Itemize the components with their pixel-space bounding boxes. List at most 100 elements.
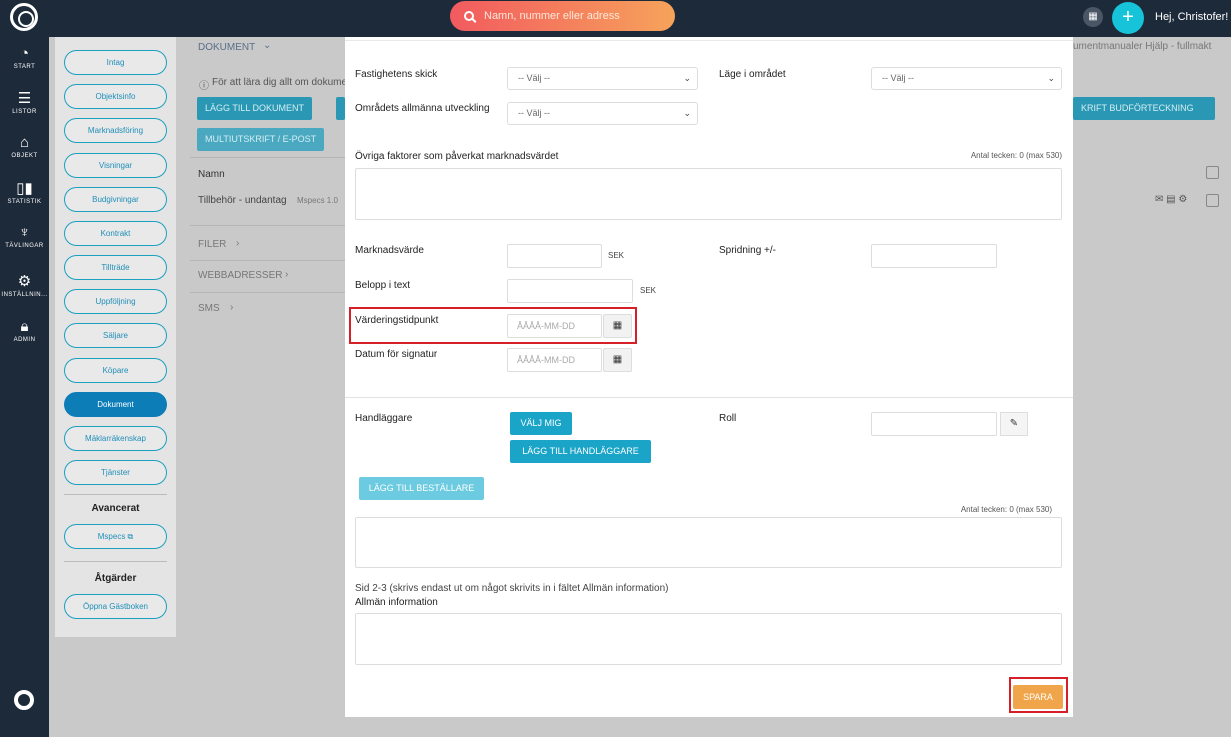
logo-icon[interactable] <box>10 3 38 31</box>
mspecs-link[interactable]: Mspecs ⧉ <box>64 524 167 549</box>
handler-label: Handläggare <box>355 413 413 424</box>
subnav-item-objektsinfo[interactable]: Objektsinfo <box>64 84 167 109</box>
nav-label: STATISTIK <box>7 199 42 205</box>
section-title[interactable]: DOKUMENT <box>198 42 255 53</box>
add-button[interactable]: + <box>1112 2 1144 34</box>
area-development-select[interactable]: -- Välj -- ⌄ <box>507 102 698 125</box>
add-handler-button[interactable]: LÄGG TILL HANDLÄGGARE <box>510 440 651 463</box>
amount-text-label: Belopp i text <box>355 280 411 291</box>
other-factors-label: Övriga faktorer som påverkat marknadsvär… <box>355 151 559 162</box>
column-header-name[interactable]: Namn <box>198 169 225 180</box>
role-label: Roll <box>719 413 737 424</box>
subnav-item-tilltrade[interactable]: Tillträde <box>64 255 167 280</box>
bar-chart-icon: ▯▮ <box>16 180 33 197</box>
chevron-down-icon[interactable]: ⌄ <box>263 40 271 51</box>
document-row-name[interactable]: Tillbehör - undantag <box>198 195 287 206</box>
document-row-meta: Mspecs 1.0 <box>297 196 338 205</box>
print-bid-list-button[interactable]: KRIFT BUDFÖRTECKNING <box>1073 97 1215 120</box>
spread-label: Spridning +/- <box>719 245 776 256</box>
chevron-right-icon[interactable]: › <box>236 238 239 249</box>
button-fragment[interactable] <box>336 97 345 120</box>
subnav-item-intag[interactable]: Intag <box>64 50 167 75</box>
subnav-item-budgivningar[interactable]: Budgivningar <box>64 187 167 212</box>
document-row-actions[interactable]: ✉ ▤ ⚙ <box>1155 194 1187 205</box>
subnav-item-tjanster[interactable]: Tjänster <box>64 460 167 485</box>
nav-item-objekt[interactable]: ⌂ OBJEKT <box>0 134 49 159</box>
help-links[interactable]: umentmanualer Hjälp - fullmakt <box>1073 41 1211 52</box>
files-section[interactable]: FILER <box>198 239 226 250</box>
highlight-valuation-date <box>349 307 637 344</box>
select-value: -- Välj -- <box>882 73 914 83</box>
role-input[interactable] <box>871 412 997 436</box>
signature-date-input[interactable]: ÅÅÅÅ-MM-DD <box>507 348 602 372</box>
speedometer-icon: ◔ <box>19 45 30 62</box>
calendar-icon[interactable]: ▦ <box>1083 7 1103 27</box>
subnav-item-marknadsforing[interactable]: Marknadsföring <box>64 118 167 143</box>
subnav-item-saljare[interactable]: Säljare <box>64 323 167 348</box>
lock-icon: 🔒︎ <box>20 318 29 335</box>
nav-item-statistik[interactable]: ▯▮ STATISTIK <box>0 180 49 205</box>
nav-item-tavlingar[interactable]: ♆ TÄVLINGAR <box>0 224 49 249</box>
nav-item-installningar[interactable]: ⚙ INSTÄLLNIN... <box>0 273 49 298</box>
general-info-textarea[interactable] <box>355 613 1062 665</box>
subnav-item-maklarrakenskap[interactable]: Mäklarräkenskap <box>64 426 167 451</box>
info-icon: ⓘ <box>199 81 209 92</box>
chevron-down-icon: ⌄ <box>683 73 691 83</box>
nav-label: LISTOR <box>12 109 37 115</box>
location-label: Läge i området <box>719 69 786 80</box>
add-document-button[interactable]: LÄGG TILL DOKUMENT <box>197 97 313 120</box>
highlight-save-button <box>1009 677 1068 713</box>
previous-textarea-edge <box>345 37 1073 41</box>
pencil-icon[interactable]: ✎ <box>1000 412 1028 436</box>
currency-suffix: SEK <box>608 251 625 260</box>
help-icon[interactable] <box>14 690 34 710</box>
location-select[interactable]: -- Välj -- ⌄ <box>871 67 1062 90</box>
property-condition-select[interactable]: -- Välj -- ⌄ <box>507 67 698 90</box>
user-greeting[interactable]: Hej, Christofer! <box>1155 11 1228 23</box>
char-counter: Antal tecken: 0 (max 530) <box>970 151 1062 160</box>
subnav-item-kopare[interactable]: Köpare <box>64 358 167 383</box>
actions-heading: Åtgärder <box>94 573 137 584</box>
valuation-modal: Fastighetens skick -- Välj -- ⌄ Läge i o… <box>345 37 1073 717</box>
multi-print-button[interactable]: MULTIUTSKRIFT / E-POST <box>197 128 325 151</box>
web-addresses-section[interactable]: WEBBADRESSER <box>198 270 282 281</box>
search-input[interactable]: Namn, nummer eller adress <box>484 10 620 22</box>
nav-item-admin[interactable]: 🔒︎ ADMIN <box>0 318 49 343</box>
subnav-item-uppfoljning[interactable]: Uppföljning <box>64 289 167 314</box>
add-orderer-button[interactable]: LÄGG TILL BESTÄLLARE <box>359 477 484 500</box>
info-text: För att lära dig allt om dokumen <box>212 77 353 88</box>
select-all-checkbox[interactable] <box>1206 166 1219 179</box>
guestbook-button[interactable]: Öppna Gästboken <box>64 594 167 619</box>
trophy-icon: ♆ <box>18 224 31 241</box>
currency-suffix: SEK <box>640 286 657 295</box>
main-nav: ◔ START ☰ LISTOR ⌂ OBJEKT ▯▮ STATISTIK ♆… <box>0 37 49 737</box>
nav-item-start[interactable]: ◔ START <box>0 45 49 70</box>
market-value-label: Marknadsvärde <box>355 245 424 256</box>
divider <box>190 157 346 158</box>
row-checkbox[interactable] <box>1206 194 1219 207</box>
divider <box>64 561 167 562</box>
nav-item-listor[interactable]: ☰ LISTOR <box>0 90 49 115</box>
divider <box>345 397 1073 398</box>
chevron-right-icon[interactable]: › <box>230 302 233 313</box>
orderer-textarea[interactable] <box>355 517 1062 568</box>
divider <box>190 260 346 261</box>
other-factors-textarea[interactable] <box>355 168 1062 220</box>
subnav-item-dokument[interactable]: Dokument <box>64 392 167 417</box>
select-value: -- Välj -- <box>518 73 550 83</box>
market-value-input[interactable] <box>507 244 602 268</box>
chevron-right-icon[interactable]: › <box>285 269 288 280</box>
search-bar[interactable]: Namn, nummer eller adress <box>450 1 675 31</box>
calendar-icon[interactable]: ▦ <box>603 348 632 372</box>
select-value: -- Välj -- <box>518 108 550 118</box>
top-bar: Namn, nummer eller adress ▦ + Hej, Chris… <box>0 0 1231 37</box>
divider <box>64 494 167 495</box>
subnav-item-visningar[interactable]: Visningar <box>64 153 167 178</box>
nav-label: OBJEKT <box>11 153 38 159</box>
nav-label: ADMIN <box>13 337 36 343</box>
amount-text-input[interactable] <box>507 279 633 303</box>
subnav-item-kontrakt[interactable]: Kontrakt <box>64 221 167 246</box>
sms-section[interactable]: SMS <box>198 303 220 314</box>
choose-me-button[interactable]: VÄLJ MIG <box>510 412 572 435</box>
spread-input[interactable] <box>871 244 997 268</box>
